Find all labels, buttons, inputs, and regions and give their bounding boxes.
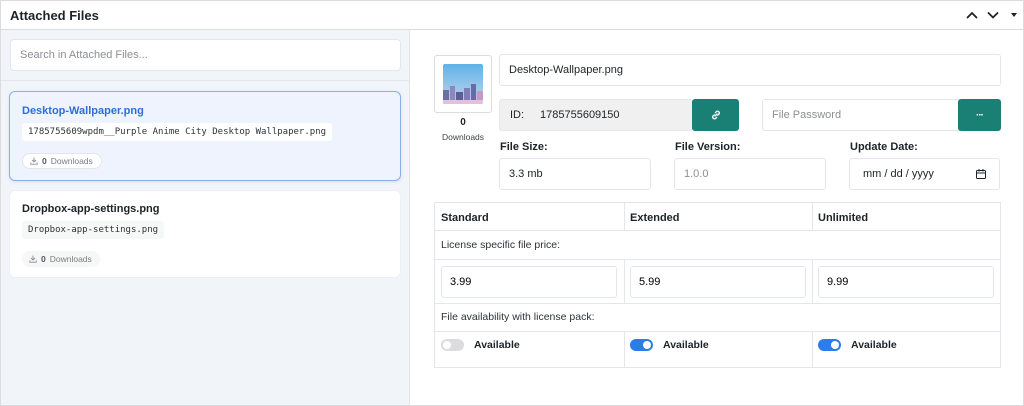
- file-size-input[interactable]: [499, 158, 651, 190]
- update-date-input[interactable]: mm / dd / yyyy: [849, 158, 1000, 190]
- file-card-path: 1785755609wpdm__Purple Anime City Deskto…: [22, 123, 333, 141]
- table-row-line: [435, 230, 1000, 231]
- license-col-extended: Extended: [630, 212, 680, 224]
- search-box[interactable]: [10, 39, 401, 71]
- file-name-input[interactable]: [499, 54, 1001, 86]
- detail-download-count: 0: [460, 117, 466, 128]
- table-col-line: [812, 203, 813, 230]
- link-icon: [711, 110, 720, 120]
- table-col-line: [624, 203, 625, 230]
- chevron-up-icon[interactable]: [962, 5, 982, 25]
- file-size-label: File Size:: [500, 141, 548, 153]
- toggle-knob: [443, 341, 451, 349]
- price-input-unlimited[interactable]: [818, 266, 994, 298]
- file-card-title: Desktop-Wallpaper.png: [22, 105, 144, 117]
- file-card-dropbox-settings[interactable]: Dropbox-app-settings.png Dropbox-app-set…: [9, 190, 401, 278]
- availability-toggle-standard[interactable]: [441, 339, 464, 351]
- file-card-path: Dropbox-app-settings.png: [22, 221, 165, 239]
- availability-toggle-extended[interactable]: [630, 339, 653, 351]
- table-row-line: [435, 259, 1000, 260]
- panel-title: Attached Files: [10, 8, 99, 23]
- availability-toggle-unlimited[interactable]: [818, 339, 841, 351]
- license-col-unlimited: Unlimited: [818, 212, 869, 224]
- divider: [1, 80, 409, 81]
- thumbnail-image: [443, 64, 483, 104]
- file-detail-pane: 0 Downloads ID: 1785755609150 ··· File S…: [410, 30, 1023, 405]
- table-col-line: [624, 259, 625, 303]
- file-password-input[interactable]: [762, 99, 959, 131]
- availability-label-unlimited: Available: [851, 339, 897, 351]
- file-version-label: File Version:: [675, 141, 741, 153]
- toggle-knob: [831, 341, 839, 349]
- calendar-icon[interactable]: [975, 168, 987, 180]
- file-card-title: Dropbox-app-settings.png: [22, 203, 160, 215]
- availability-label-standard: Available: [474, 339, 520, 351]
- generate-password-button[interactable]: ···: [958, 99, 1001, 131]
- download-count-badge: 0 Downloads: [22, 251, 100, 267]
- download-icon: [30, 157, 38, 165]
- attached-files-panel: Attached Files Desktop-Wallpaper.png 178…: [0, 0, 1024, 406]
- table-col-line: [812, 259, 813, 303]
- chevron-down-icon[interactable]: [983, 5, 1003, 25]
- license-availability-note: File availability with license pack:: [441, 311, 595, 323]
- copy-link-button[interactable]: [692, 99, 739, 131]
- download-count: 0: [41, 254, 46, 264]
- update-date-placeholder: mm / dd / yyyy: [863, 168, 934, 180]
- file-card-desktop-wallpaper[interactable]: Desktop-Wallpaper.png 1785755609wpdm__Pu…: [9, 91, 401, 181]
- download-label: Downloads: [49, 254, 92, 264]
- panel-header: Attached Files: [1, 1, 1023, 30]
- detail-download-label: Downloads: [441, 132, 485, 142]
- file-id-value: 1785755609150: [540, 109, 620, 121]
- table-row-line: [435, 331, 1000, 332]
- download-icon: [29, 255, 37, 263]
- price-input-extended[interactable]: [630, 266, 806, 298]
- license-price-note: License specific file price:: [441, 239, 561, 251]
- price-input-standard[interactable]: [441, 266, 617, 298]
- table-row-line: [435, 303, 1000, 304]
- availability-label-extended: Available: [663, 339, 709, 351]
- license-col-standard: Standard: [441, 212, 489, 224]
- license-table: Standard Extended Unlimited License spec…: [434, 202, 1001, 368]
- download-label: Downloads: [50, 156, 93, 166]
- toggle-knob: [643, 341, 651, 349]
- file-id-label: ID:: [510, 109, 525, 121]
- download-count-badge: 0 Downloads: [22, 153, 102, 169]
- table-col-line: [624, 331, 625, 368]
- file-version-input[interactable]: [674, 158, 826, 190]
- file-id-field: ID: 1785755609150: [499, 99, 693, 131]
- file-thumbnail[interactable]: [434, 55, 492, 113]
- file-list-sidebar: Desktop-Wallpaper.png 1785755609wpdm__Pu…: [1, 30, 410, 405]
- download-count: 0: [42, 156, 47, 166]
- table-col-line: [812, 331, 813, 368]
- search-input[interactable]: [11, 40, 400, 70]
- update-date-label: Update Date:: [850, 141, 918, 153]
- collapse-arrow-icon[interactable]: [1004, 5, 1024, 25]
